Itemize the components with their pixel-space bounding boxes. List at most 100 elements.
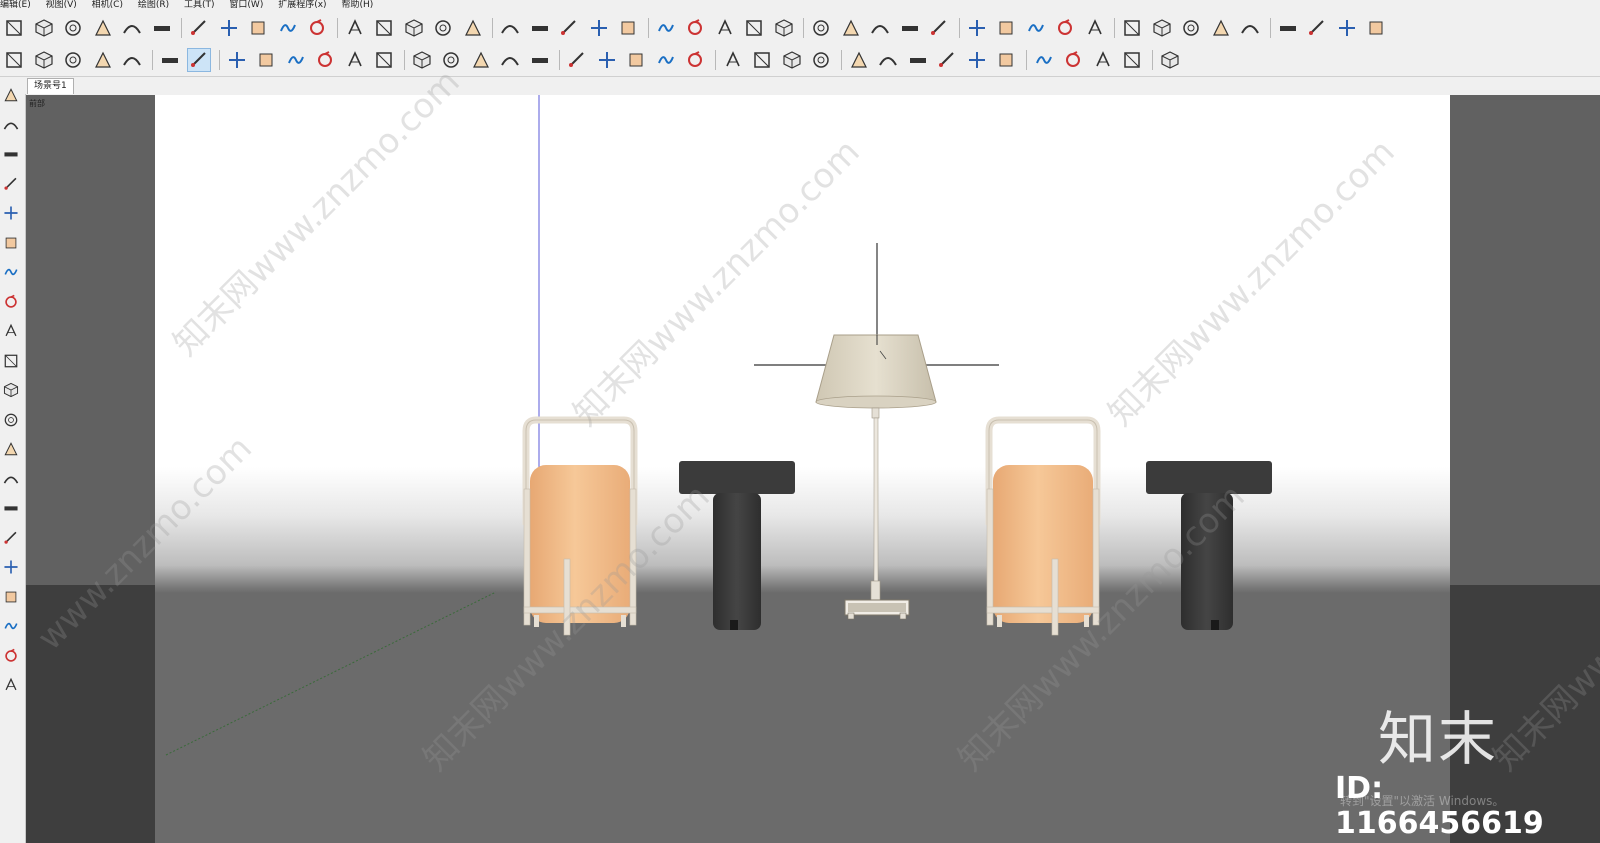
walk-icon[interactable] — [750, 48, 774, 72]
box-icon[interactable] — [276, 16, 300, 40]
circle-icon[interactable] — [313, 48, 337, 72]
eraser-icon[interactable] — [225, 48, 249, 72]
cube-icon[interactable] — [1150, 16, 1174, 40]
look-around-icon[interactable] — [780, 48, 804, 72]
style-icon[interactable] — [876, 48, 900, 72]
render-icon[interactable] — [935, 48, 959, 72]
columns-icon[interactable] — [1276, 16, 1300, 40]
tape-icon[interactable] — [0, 142, 22, 166]
freehand-icon[interactable] — [284, 48, 308, 72]
zoom-extents-icon[interactable] — [683, 48, 707, 72]
materials-icon[interactable] — [906, 48, 930, 72]
follow-me-icon[interactable] — [0, 349, 22, 373]
eraser-icon[interactable] — [0, 113, 22, 137]
polygon-icon[interactable] — [0, 290, 22, 314]
panel-icon[interactable] — [1364, 16, 1388, 40]
pan-icon[interactable] — [624, 48, 648, 72]
menu-edit[interactable]: 编辑(E) — [0, 0, 31, 10]
move-icon[interactable] — [410, 48, 434, 72]
subtract-icon[interactable] — [587, 16, 611, 40]
connect-icon[interactable] — [1024, 16, 1048, 40]
push-pull-icon[interactable] — [0, 319, 22, 343]
sandbox-icon[interactable] — [809, 48, 833, 72]
side-table-left[interactable] — [679, 461, 795, 630]
side-table-right[interactable] — [1146, 461, 1272, 630]
orbit-icon[interactable] — [0, 83, 22, 107]
text-icon[interactable] — [0, 437, 22, 461]
menu-help[interactable]: 帮助(H) — [341, 0, 373, 10]
zoom-icon[interactable] — [158, 48, 182, 72]
shell-icon[interactable] — [372, 16, 396, 40]
look-around-icon[interactable] — [0, 585, 22, 609]
dynamic-icon[interactable] — [343, 16, 367, 40]
paint-icon[interactable] — [565, 48, 589, 72]
section-icon[interactable] — [217, 16, 241, 40]
window-icon[interactable] — [1061, 48, 1085, 72]
text-icon[interactable] — [528, 48, 552, 72]
round-corner-icon[interactable] — [683, 16, 707, 40]
refresh-icon[interactable] — [1032, 48, 1056, 72]
solid-tools-icon[interactable] — [498, 16, 522, 40]
floor-lamp[interactable] — [754, 243, 999, 620]
paint-bucket-icon[interactable] — [0, 555, 22, 579]
grid-icon[interactable] — [402, 16, 426, 40]
iso-view-icon[interactable] — [32, 16, 56, 40]
orbit-icon[interactable] — [595, 48, 619, 72]
line-tool-icon[interactable] — [868, 16, 892, 40]
window3-icon[interactable] — [1120, 48, 1144, 72]
left-view-icon[interactable] — [187, 16, 211, 40]
layers-icon[interactable] — [1120, 16, 1144, 40]
loop-icon[interactable] — [994, 16, 1018, 40]
top-view-icon[interactable] — [61, 16, 85, 40]
back-view-icon[interactable] — [150, 16, 174, 40]
profile-icon[interactable] — [847, 48, 871, 72]
window4-icon[interactable] — [1158, 48, 1182, 72]
select-arrow-icon[interactable] — [187, 48, 211, 72]
zoom-icon[interactable] — [0, 526, 22, 550]
union-icon[interactable] — [557, 16, 581, 40]
model-viewport[interactable]: 前部 — [26, 95, 1600, 843]
stair-icon[interactable] — [742, 16, 766, 40]
push-pull-tool-icon[interactable] — [343, 48, 367, 72]
zoom-tool-icon[interactable] — [654, 48, 678, 72]
menu-tools[interactable]: 工具(T) — [184, 0, 215, 10]
menu-draw[interactable]: 绘图(R) — [138, 0, 169, 10]
scale-icon[interactable] — [469, 48, 493, 72]
sandbox-icon[interactable] — [0, 644, 22, 668]
dots-icon[interactable] — [1335, 16, 1359, 40]
lantern-lamp-right[interactable] — [985, 416, 1101, 636]
lantern-lamp-left[interactable] — [522, 416, 638, 636]
rotate-icon[interactable] — [0, 378, 22, 402]
angle-icon[interactable] — [927, 16, 951, 40]
intersect-icon[interactable] — [528, 16, 552, 40]
freehand-icon[interactable] — [0, 172, 22, 196]
sandbox2-icon[interactable] — [0, 673, 22, 697]
ladder-icon[interactable] — [772, 16, 796, 40]
trim-icon[interactable] — [616, 16, 640, 40]
weld-icon[interactable] — [839, 16, 863, 40]
tape-icon[interactable] — [498, 48, 522, 72]
arc-icon[interactable] — [965, 16, 989, 40]
pencil-icon[interactable] — [254, 48, 278, 72]
spiral-icon[interactable] — [1179, 16, 1203, 40]
garage-icon[interactable] — [120, 48, 144, 72]
circle-icon[interactable] — [0, 231, 22, 255]
curve-icon[interactable] — [898, 16, 922, 40]
section-plane-icon[interactable] — [0, 467, 22, 491]
right-view-icon[interactable] — [120, 16, 144, 40]
edge-icon[interactable] — [1083, 16, 1107, 40]
chair-icon[interactable] — [1238, 16, 1262, 40]
pan-icon[interactable] — [0, 496, 22, 520]
house-icon[interactable] — [91, 48, 115, 72]
walk-icon[interactable] — [0, 614, 22, 638]
follow-tool-icon[interactable] — [372, 48, 396, 72]
pipe-icon[interactable] — [1053, 16, 1077, 40]
split-icon[interactable] — [654, 16, 678, 40]
menu-extensions[interactable]: 扩展程序(x) — [278, 0, 326, 10]
match-photo-icon[interactable] — [461, 16, 485, 40]
extrude-icon[interactable] — [713, 16, 737, 40]
triangle-icon[interactable] — [1305, 16, 1329, 40]
push-pull-icon[interactable] — [305, 16, 329, 40]
menu-window[interactable]: 窗口(W) — [229, 0, 263, 10]
follow-me-icon[interactable] — [246, 16, 270, 40]
